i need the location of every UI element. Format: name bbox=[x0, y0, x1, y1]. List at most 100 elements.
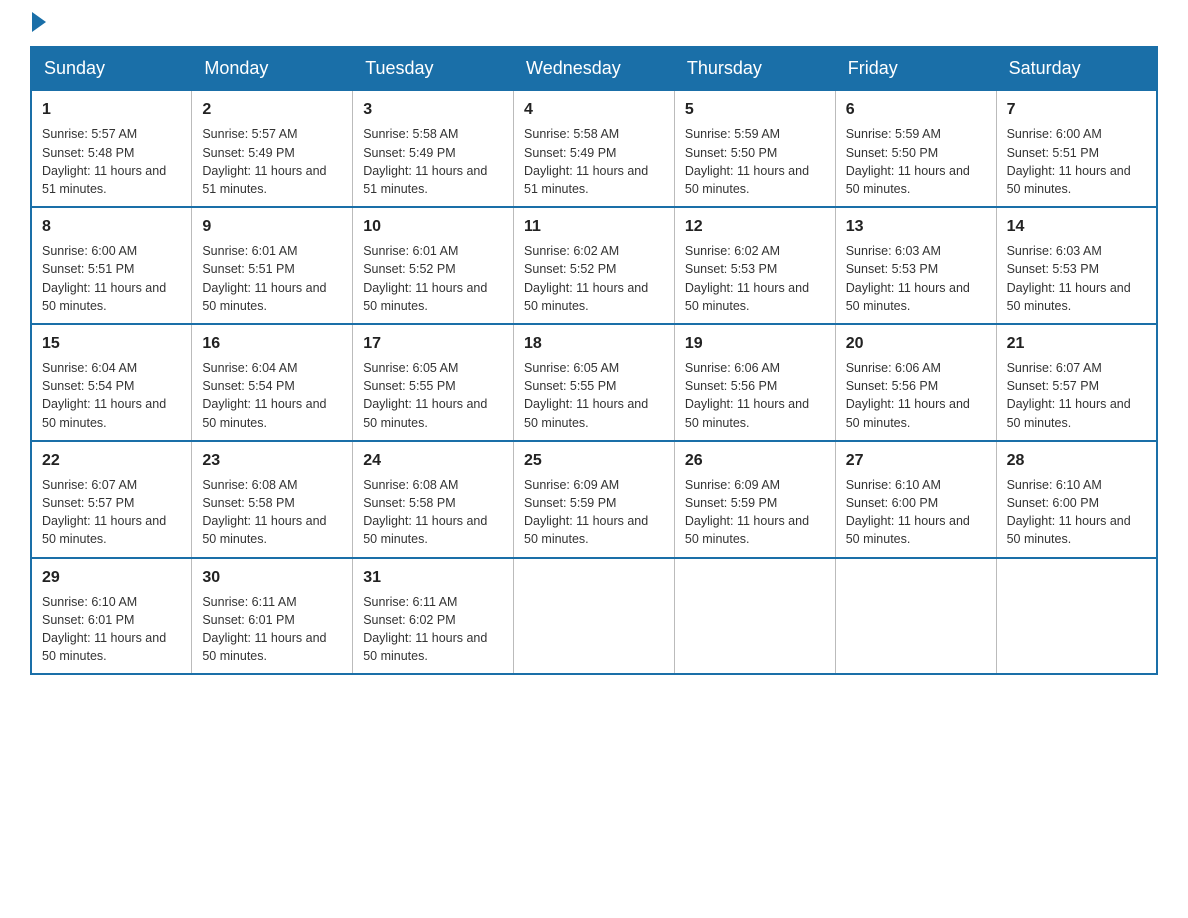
day-number: 12 bbox=[685, 216, 825, 238]
day-number: 24 bbox=[363, 450, 503, 472]
calendar-cell: 17 Sunrise: 6:05 AMSunset: 5:55 PMDayligh… bbox=[353, 324, 514, 441]
day-number: 15 bbox=[42, 333, 181, 355]
day-info: Sunrise: 6:06 AMSunset: 5:56 PMDaylight:… bbox=[846, 359, 986, 432]
day-info: Sunrise: 6:03 AMSunset: 5:53 PMDaylight:… bbox=[846, 242, 986, 315]
calendar-cell: 11Sunrise: 6:02 AMSunset: 5:52 PMDayligh… bbox=[514, 207, 675, 324]
day-number: 19 bbox=[685, 333, 825, 355]
calendar-cell: 23Sunrise: 6:08 AMSunset: 5:58 PMDayligh… bbox=[192, 441, 353, 558]
day-info: Sunrise: 6:02 AMSunset: 5:53 PMDaylight:… bbox=[685, 242, 825, 315]
day-info: Sunrise: 6:01 AMSunset: 5:51 PMDaylight:… bbox=[202, 242, 342, 315]
calendar-cell bbox=[674, 558, 835, 675]
day-number: 25 bbox=[524, 450, 664, 472]
calendar-cell: 6 Sunrise: 5:59 AMSunset: 5:50 PMDaylight… bbox=[835, 90, 996, 207]
calendar-cell: 27 Sunrise: 6:10 AMSunset: 6:00 PMDayligh… bbox=[835, 441, 996, 558]
day-number: 30 bbox=[202, 567, 342, 589]
calendar-cell bbox=[835, 558, 996, 675]
day-number: 22 bbox=[42, 450, 181, 472]
day-info: Sunrise: 6:08 AMSunset: 5:58 PMDaylight:… bbox=[363, 476, 503, 549]
day-info: Sunrise: 6:10 AMSunset: 6:00 PMDaylight:… bbox=[1007, 476, 1146, 549]
day-number: 26 bbox=[685, 450, 825, 472]
day-number: 8 bbox=[42, 216, 181, 238]
day-info: Sunrise: 5:59 AMSunset: 5:50 PMDaylight:… bbox=[685, 125, 825, 198]
day-info: Sunrise: 5:57 AMSunset: 5:49 PMDaylight:… bbox=[202, 125, 342, 198]
day-info: Sunrise: 6:11 AMSunset: 6:02 PMDaylight:… bbox=[363, 593, 503, 666]
calendar-cell: 4 Sunrise: 5:58 AMSunset: 5:49 PMDaylight… bbox=[514, 90, 675, 207]
calendar-cell: 24 Sunrise: 6:08 AMSunset: 5:58 PMDayligh… bbox=[353, 441, 514, 558]
day-number: 2 bbox=[202, 99, 342, 121]
calendar-week-row: 8Sunrise: 6:00 AMSunset: 5:51 PMDaylight… bbox=[31, 207, 1157, 324]
page-header bbox=[30, 20, 1158, 28]
calendar-cell: 5 Sunrise: 5:59 AMSunset: 5:50 PMDaylight… bbox=[674, 90, 835, 207]
day-info: Sunrise: 5:58 AMSunset: 5:49 PMDaylight:… bbox=[524, 125, 664, 198]
calendar-cell: 12 Sunrise: 6:02 AMSunset: 5:53 PMDayligh… bbox=[674, 207, 835, 324]
calendar-cell: 26 Sunrise: 6:09 AMSunset: 5:59 PMDayligh… bbox=[674, 441, 835, 558]
day-number: 18 bbox=[524, 333, 664, 355]
day-info: Sunrise: 5:59 AMSunset: 5:50 PMDaylight:… bbox=[846, 125, 986, 198]
calendar-week-row: 22 Sunrise: 6:07 AMSunset: 5:57 PMDayligh… bbox=[31, 441, 1157, 558]
calendar-table: SundayMondayTuesdayWednesdayThursdayFrid… bbox=[30, 46, 1158, 675]
calendar-cell: 28 Sunrise: 6:10 AMSunset: 6:00 PMDayligh… bbox=[996, 441, 1157, 558]
day-info: Sunrise: 6:04 AMSunset: 5:54 PMDaylight:… bbox=[42, 359, 181, 432]
calendar-week-row: 29 Sunrise: 6:10 AMSunset: 6:01 PMDayligh… bbox=[31, 558, 1157, 675]
day-info: Sunrise: 6:03 AMSunset: 5:53 PMDaylight:… bbox=[1007, 242, 1146, 315]
calendar-cell: 13 Sunrise: 6:03 AMSunset: 5:53 PMDayligh… bbox=[835, 207, 996, 324]
calendar-cell: 8Sunrise: 6:00 AMSunset: 5:51 PMDaylight… bbox=[31, 207, 192, 324]
day-info: Sunrise: 6:06 AMSunset: 5:56 PMDaylight:… bbox=[685, 359, 825, 432]
day-number: 29 bbox=[42, 567, 181, 589]
day-number: 28 bbox=[1007, 450, 1146, 472]
day-info: Sunrise: 6:09 AMSunset: 5:59 PMDaylight:… bbox=[685, 476, 825, 549]
day-number: 10 bbox=[363, 216, 503, 238]
column-header-tuesday: Tuesday bbox=[353, 47, 514, 90]
day-info: Sunrise: 6:11 AMSunset: 6:01 PMDaylight:… bbox=[202, 593, 342, 666]
day-number: 3 bbox=[363, 99, 503, 121]
calendar-cell: 25 Sunrise: 6:09 AMSunset: 5:59 PMDayligh… bbox=[514, 441, 675, 558]
calendar-cell bbox=[514, 558, 675, 675]
day-info: Sunrise: 6:10 AMSunset: 6:00 PMDaylight:… bbox=[846, 476, 986, 549]
calendar-cell: 3 Sunrise: 5:58 AMSunset: 5:49 PMDaylight… bbox=[353, 90, 514, 207]
day-number: 1 bbox=[42, 99, 181, 121]
calendar-cell: 7 Sunrise: 6:00 AMSunset: 5:51 PMDaylight… bbox=[996, 90, 1157, 207]
day-number: 31 bbox=[363, 567, 503, 589]
day-number: 4 bbox=[524, 99, 664, 121]
day-info: Sunrise: 6:00 AMSunset: 5:51 PMDaylight:… bbox=[1007, 125, 1146, 198]
day-info: Sunrise: 6:05 AMSunset: 5:55 PMDaylight:… bbox=[363, 359, 503, 432]
column-header-monday: Monday bbox=[192, 47, 353, 90]
day-info: Sunrise: 5:58 AMSunset: 5:49 PMDaylight:… bbox=[363, 125, 503, 198]
day-info: Sunrise: 5:57 AMSunset: 5:48 PMDaylight:… bbox=[42, 125, 181, 198]
column-header-thursday: Thursday bbox=[674, 47, 835, 90]
day-number: 14 bbox=[1007, 216, 1146, 238]
calendar-cell: 20Sunrise: 6:06 AMSunset: 5:56 PMDayligh… bbox=[835, 324, 996, 441]
column-header-saturday: Saturday bbox=[996, 47, 1157, 90]
column-header-wednesday: Wednesday bbox=[514, 47, 675, 90]
day-info: Sunrise: 6:08 AMSunset: 5:58 PMDaylight:… bbox=[202, 476, 342, 549]
calendar-cell: 14 Sunrise: 6:03 AMSunset: 5:53 PMDayligh… bbox=[996, 207, 1157, 324]
calendar-cell: 30 Sunrise: 6:11 AMSunset: 6:01 PMDayligh… bbox=[192, 558, 353, 675]
day-number: 7 bbox=[1007, 99, 1146, 121]
day-number: 11 bbox=[524, 216, 664, 238]
day-number: 13 bbox=[846, 216, 986, 238]
calendar-cell: 21Sunrise: 6:07 AMSunset: 5:57 PMDayligh… bbox=[996, 324, 1157, 441]
calendar-cell: 10 Sunrise: 6:01 AMSunset: 5:52 PMDayligh… bbox=[353, 207, 514, 324]
day-info: Sunrise: 6:10 AMSunset: 6:01 PMDaylight:… bbox=[42, 593, 181, 666]
day-info: Sunrise: 6:04 AMSunset: 5:54 PMDaylight:… bbox=[202, 359, 342, 432]
day-info: Sunrise: 6:01 AMSunset: 5:52 PMDaylight:… bbox=[363, 242, 503, 315]
calendar-cell: 31 Sunrise: 6:11 AMSunset: 6:02 PMDayligh… bbox=[353, 558, 514, 675]
day-info: Sunrise: 6:09 AMSunset: 5:59 PMDaylight:… bbox=[524, 476, 664, 549]
calendar-cell: 29 Sunrise: 6:10 AMSunset: 6:01 PMDayligh… bbox=[31, 558, 192, 675]
calendar-cell: 2 Sunrise: 5:57 AMSunset: 5:49 PMDaylight… bbox=[192, 90, 353, 207]
logo-arrow-icon bbox=[32, 12, 46, 32]
calendar-cell: 9Sunrise: 6:01 AMSunset: 5:51 PMDaylight… bbox=[192, 207, 353, 324]
day-number: 27 bbox=[846, 450, 986, 472]
calendar-cell: 18 Sunrise: 6:05 AMSunset: 5:55 PMDayligh… bbox=[514, 324, 675, 441]
day-number: 6 bbox=[846, 99, 986, 121]
calendar-header-row: SundayMondayTuesdayWednesdayThursdayFrid… bbox=[31, 47, 1157, 90]
day-number: 17 bbox=[363, 333, 503, 355]
calendar-cell: 1 Sunrise: 5:57 AMSunset: 5:48 PMDaylight… bbox=[31, 90, 192, 207]
day-info: Sunrise: 6:05 AMSunset: 5:55 PMDaylight:… bbox=[524, 359, 664, 432]
calendar-cell: 22 Sunrise: 6:07 AMSunset: 5:57 PMDayligh… bbox=[31, 441, 192, 558]
day-number: 5 bbox=[685, 99, 825, 121]
calendar-cell: 19 Sunrise: 6:06 AMSunset: 5:56 PMDayligh… bbox=[674, 324, 835, 441]
calendar-week-row: 15 Sunrise: 6:04 AMSunset: 5:54 PMDayligh… bbox=[31, 324, 1157, 441]
day-info: Sunrise: 6:07 AMSunset: 5:57 PMDaylight:… bbox=[42, 476, 181, 549]
logo bbox=[30, 20, 46, 28]
